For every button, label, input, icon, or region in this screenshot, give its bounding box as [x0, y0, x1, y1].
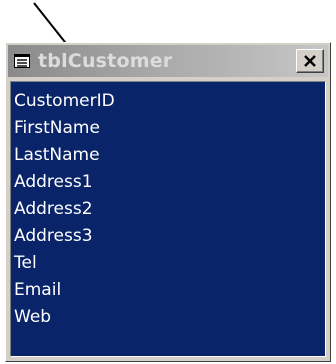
field-item-lastname[interactable]: LastName [11, 142, 325, 169]
field-item-firstname[interactable]: FirstName [11, 115, 325, 142]
field-item-tel[interactable]: Tel [11, 250, 325, 277]
table-window[interactable]: tblCustomer CustomerID FirstName LastNam… [5, 42, 331, 362]
field-item-address1[interactable]: Address1 [11, 169, 325, 196]
close-button[interactable] [296, 49, 324, 73]
field-list[interactable]: CustomerID FirstName LastName Address1 A… [10, 81, 326, 357]
field-item-address2[interactable]: Address2 [11, 196, 325, 223]
field-item-email[interactable]: Email [11, 277, 325, 304]
field-item-address3[interactable]: Address3 [11, 223, 325, 250]
field-item-web[interactable]: Web [11, 304, 325, 331]
field-item-customerid[interactable]: CustomerID [11, 88, 325, 115]
close-icon [304, 55, 316, 67]
table-icon [14, 54, 30, 68]
window-title: tblCustomer [38, 50, 173, 72]
title-bar[interactable]: tblCustomer [8, 45, 328, 77]
stage: tblCustomer CustomerID FirstName LastNam… [0, 0, 336, 364]
